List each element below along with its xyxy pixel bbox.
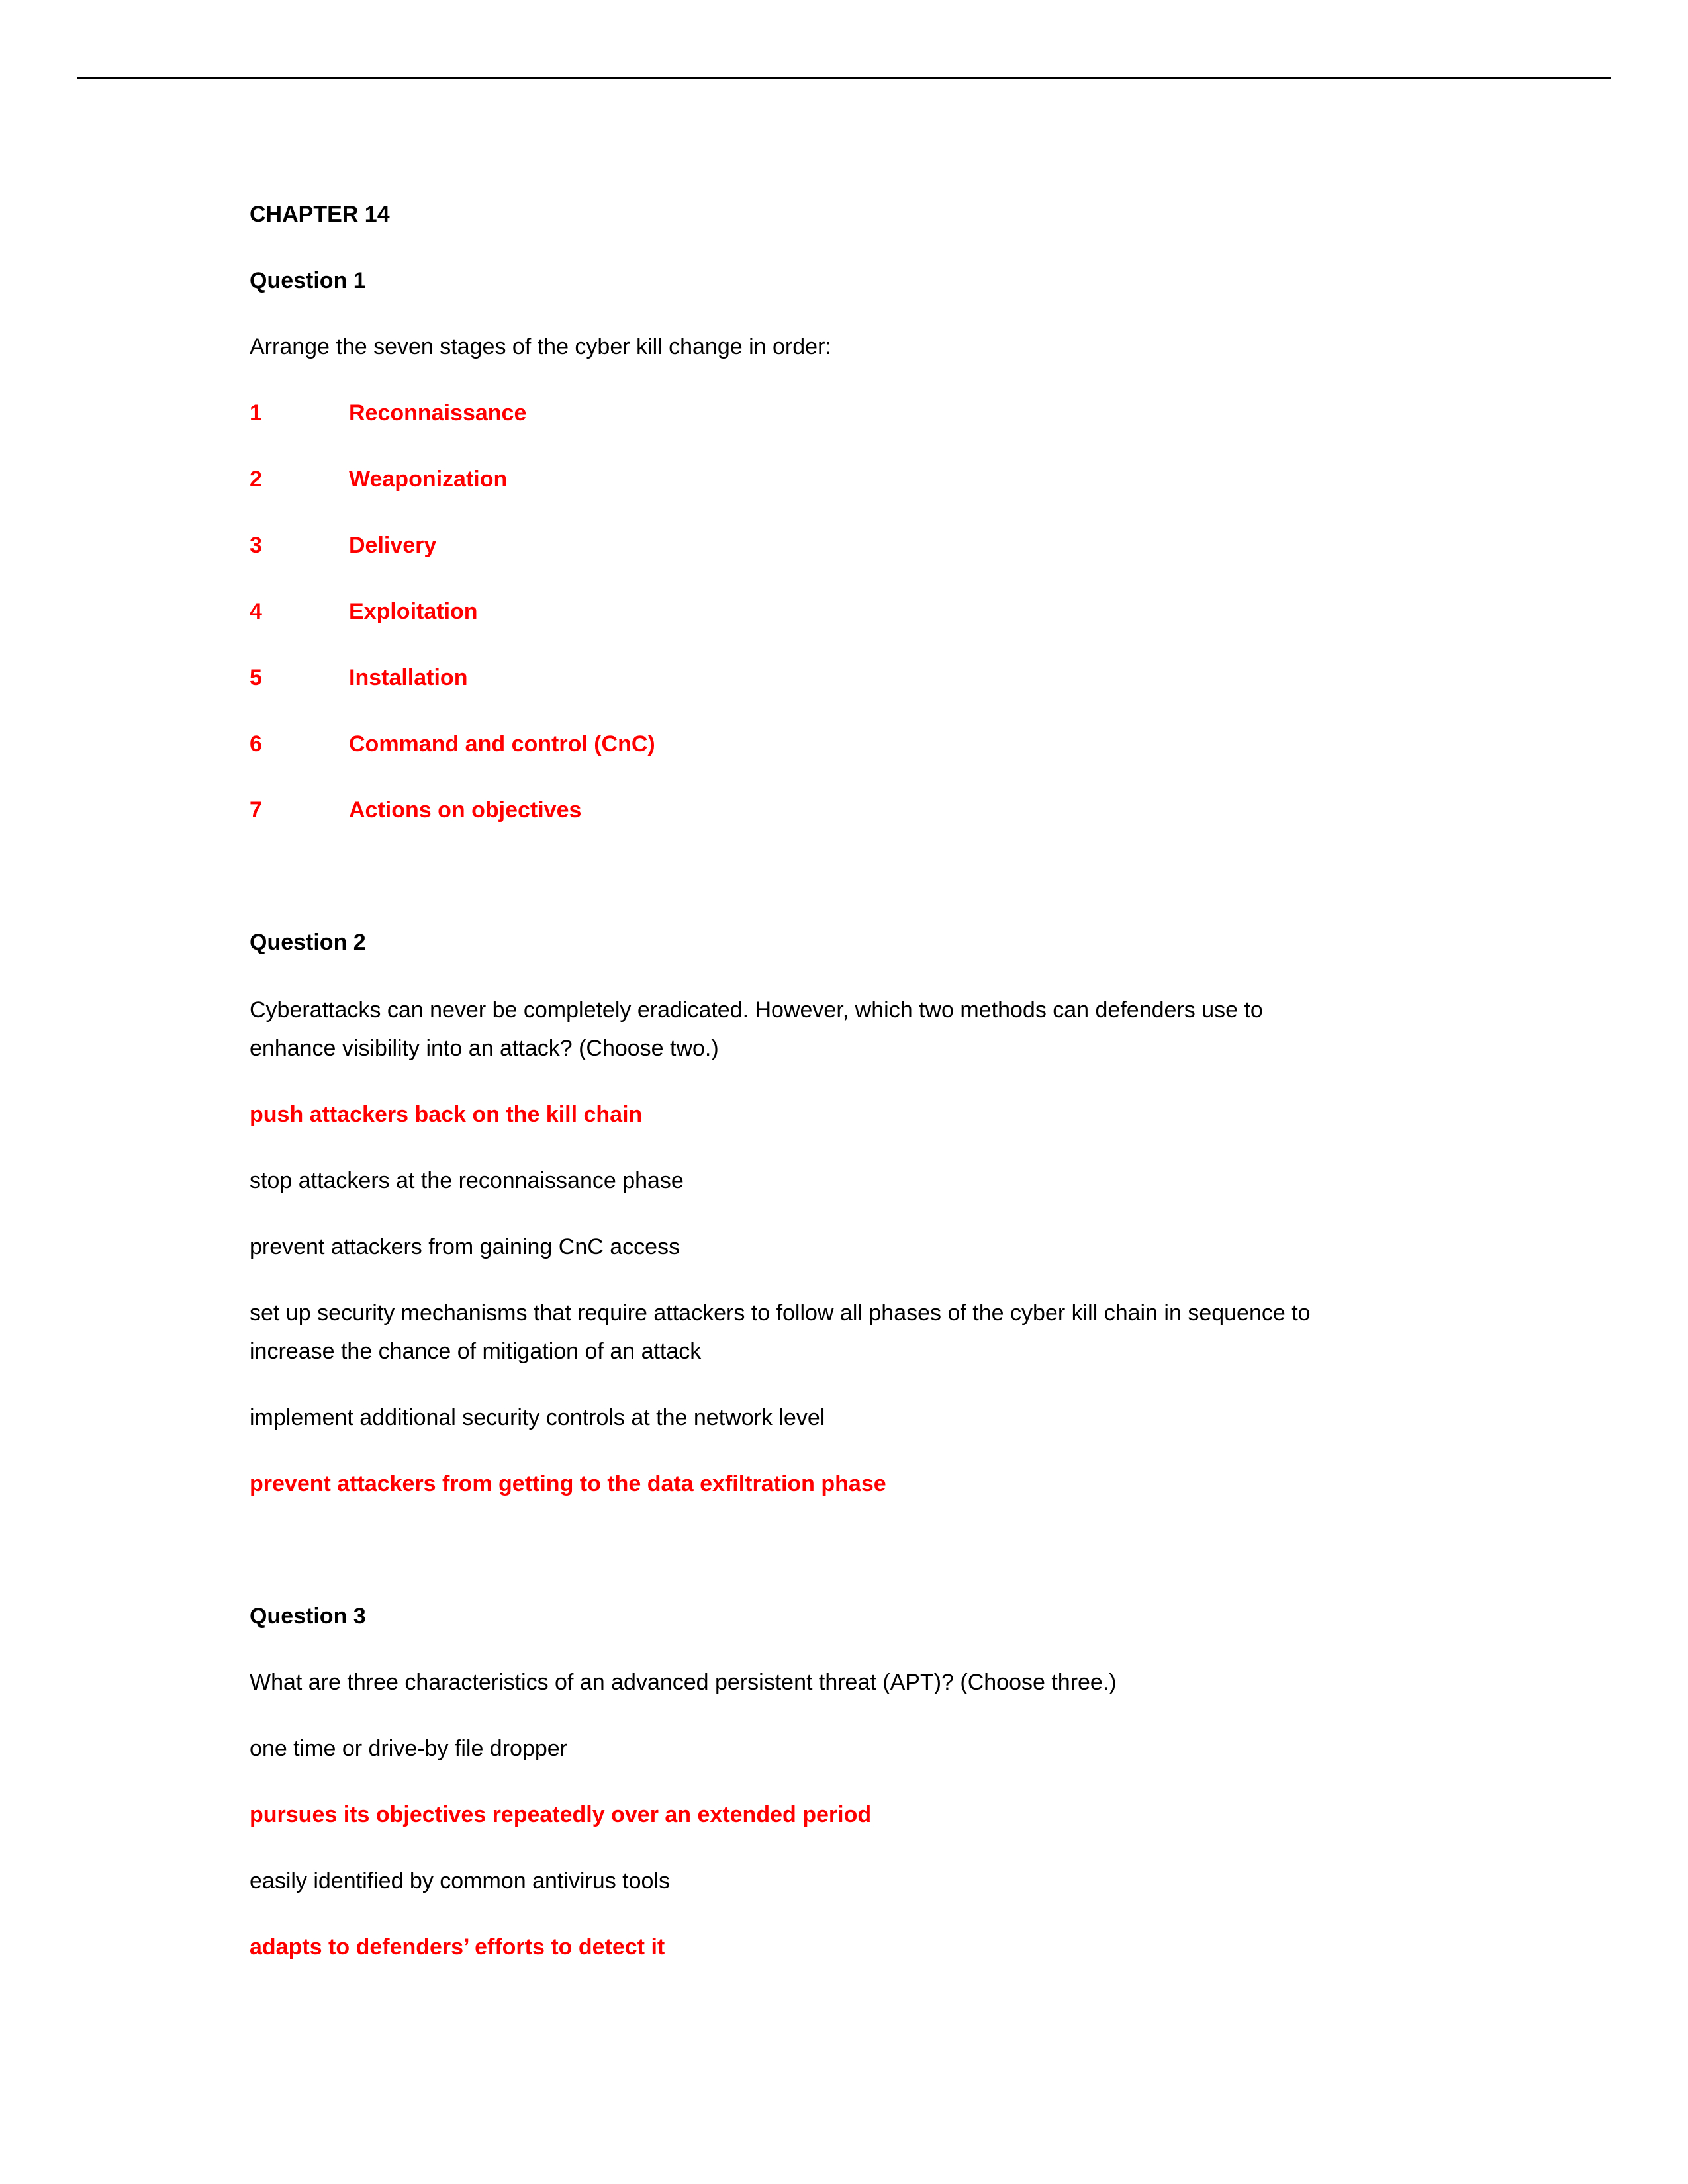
- stage-label: Exploitation: [349, 599, 478, 624]
- stage-label: Delivery: [349, 533, 437, 558]
- stage-label: Actions on objectives: [349, 797, 582, 823]
- stage-number: 5: [250, 665, 262, 690]
- answer-option: prevent attackers from gaining CnC acces…: [250, 1234, 680, 1259]
- answer-option-correct: prevent attackers from getting to the da…: [250, 1471, 886, 1496]
- answer-option-correct: pursues its objectives repeatedly over a…: [250, 1802, 872, 1827]
- question-1-prompt: Arrange the seven stages of the cyber ki…: [250, 334, 831, 359]
- stage-number: 3: [250, 533, 262, 558]
- answer-option: implement additional security controls a…: [250, 1405, 825, 1430]
- stage-label: Command and control (CnC): [349, 731, 655, 756]
- question-2-heading: Question 2: [250, 930, 366, 955]
- document-page: CHAPTER 14 Question 1 Arrange the seven …: [0, 0, 1688, 2184]
- answer-option: stop attackers at the reconnaissance pha…: [250, 1168, 684, 1193]
- stage-number: 7: [250, 797, 262, 823]
- question-3-heading: Question 3: [250, 1604, 366, 1629]
- answer-option-line-2: increase the chance of mitigation of an …: [250, 1339, 702, 1364]
- header-rule: [77, 77, 1611, 79]
- stage-item: 1 Reconnaissance: [0, 400, 1688, 426]
- question-2-prompt-line-2: enhance visibility into an attack? (Choo…: [250, 1036, 719, 1061]
- question-3-prompt: What are three characteristics of an adv…: [250, 1670, 1117, 1695]
- stage-number: 4: [250, 599, 262, 624]
- stage-label: Reconnaissance: [349, 400, 527, 426]
- stage-item: 2 Weaponization: [0, 466, 1688, 492]
- stage-label: Installation: [349, 665, 468, 690]
- stage-number: 2: [250, 467, 262, 492]
- stage-number: 6: [250, 731, 262, 756]
- question-2-prompt-line-1: Cyberattacks can never be completely era…: [250, 997, 1263, 1023]
- answer-option-correct: push attackers back on the kill chain: [250, 1102, 643, 1127]
- chapter-title: CHAPTER 14: [250, 202, 390, 227]
- stage-label: Weaponization: [349, 467, 508, 492]
- answer-option: one time or drive-by file dropper: [250, 1736, 568, 1761]
- answer-option-line-1: set up security mechanisms that require …: [250, 1300, 1311, 1326]
- stage-item: 7 Actions on objectives: [0, 797, 1688, 823]
- stage-item: 6 Command and control (CnC): [0, 731, 1688, 757]
- stage-number: 1: [250, 400, 262, 426]
- answer-option: easily identified by common antivirus to…: [250, 1868, 670, 1893]
- stage-item: 4 Exploitation: [0, 598, 1688, 625]
- question-1-heading: Question 1: [250, 268, 366, 293]
- answer-option-correct: adapts to defenders’ efforts to detect i…: [250, 1934, 665, 1960]
- stage-item: 3 Delivery: [0, 532, 1688, 559]
- stage-item: 5 Installation: [0, 664, 1688, 691]
